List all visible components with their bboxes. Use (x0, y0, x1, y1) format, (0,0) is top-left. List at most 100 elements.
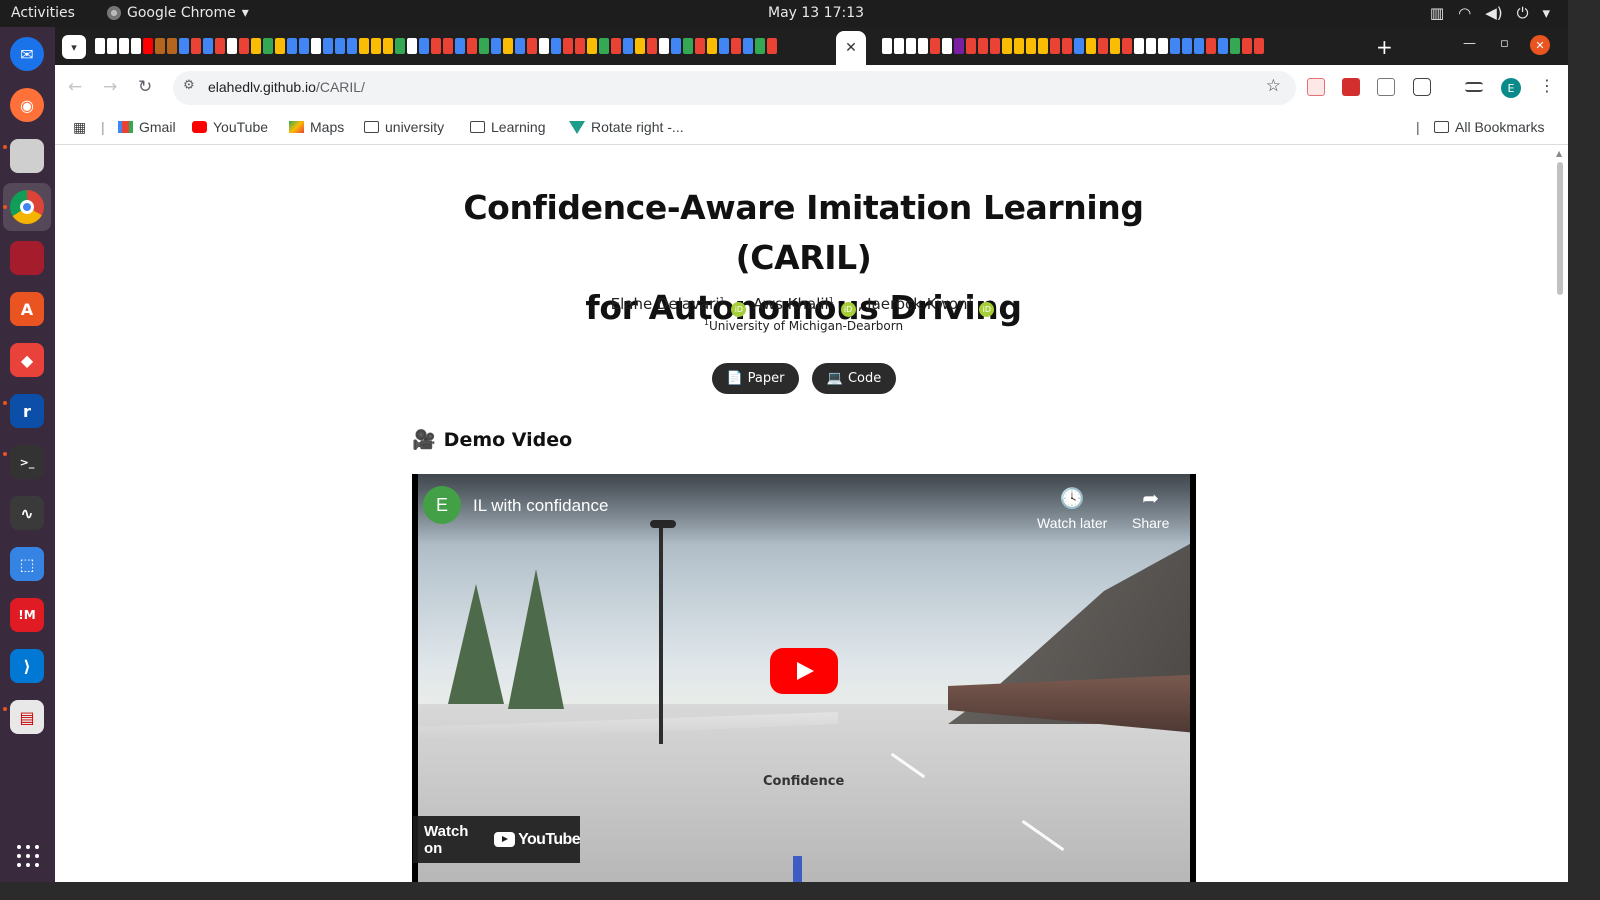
bookmarks-divider: | (1416, 119, 1420, 135)
site-info-icon[interactable]: ⚙ (183, 78, 195, 93)
minimize-button[interactable]: — (1463, 36, 1476, 51)
tab-strip: ▾ ✕ + — ▫ ✕ (55, 27, 1568, 65)
screenshot-icon[interactable]: ⬚ (10, 547, 44, 581)
profile-avatar[interactable]: E (1501, 78, 1521, 98)
share-button[interactable]: ➦ Share (1132, 486, 1169, 531)
bookmark-gmail[interactable]: Gmail (118, 119, 176, 135)
bookmarks-divider: | (101, 119, 105, 135)
maximize-button[interactable]: ▫ (1500, 36, 1509, 51)
page-scrollbar[interactable]: ▲ (1553, 145, 1568, 882)
demo-video-heading: 🎥 Demo Video (412, 428, 572, 452)
document-viewer-icon[interactable]: ▤ (10, 700, 44, 734)
bookmark-label: university (385, 119, 445, 135)
all-bookmarks-label: All Bookmarks (1455, 119, 1545, 135)
dock: ✉ ◉ A ◆ r >_ ∿ ⬚ !M ⟩ ▤ (0, 27, 55, 882)
forward-button[interactable]: → (103, 77, 117, 97)
extension-icon[interactable] (1307, 78, 1325, 96)
bookmark-youtube[interactable]: YouTube (192, 119, 268, 135)
chevron-down-icon[interactable]: ▾ (1542, 4, 1550, 22)
code-button[interactable]: 💻 Code (812, 363, 896, 394)
vscode-icon[interactable]: ⟩ (10, 649, 44, 683)
media-controls-icon[interactable] (1465, 82, 1483, 92)
remote-app-icon[interactable]: r (10, 394, 44, 428)
tree (448, 584, 504, 704)
volume-icon[interactable]: ◀) (1485, 4, 1502, 22)
wifi-icon[interactable]: ◠ (1458, 4, 1471, 22)
paper-button[interactable]: 📄 Paper (712, 363, 799, 394)
show-apps-icon[interactable] (17, 845, 39, 867)
orcid-icon[interactable]: iD (840, 302, 856, 317)
active-tab[interactable]: ✕ (836, 31, 866, 65)
folder-icon (1434, 121, 1449, 133)
video-title[interactable]: IL with confidance (473, 496, 608, 516)
apps-grid-icon[interactable]: ▦ (73, 119, 86, 136)
title-line-1: Confidence-Aware Imitation Learning (CAR… (463, 188, 1144, 277)
maps-icon (289, 121, 304, 133)
watch-later-button[interactable]: 🕓 Watch later (1037, 486, 1107, 531)
window-close-button[interactable]: ✕ (1530, 35, 1550, 55)
bookmark-label: YouTube (213, 119, 269, 135)
files-icon[interactable] (10, 139, 44, 173)
firefox-icon[interactable]: ◉ (10, 88, 44, 122)
youtube-icon (192, 121, 207, 133)
bookmark-rotate-right[interactable]: Rotate right -... (569, 119, 684, 135)
bookmark-folder-university[interactable]: university (364, 119, 444, 135)
chrome-icon[interactable] (10, 190, 44, 224)
bookmark-star-icon[interactable]: ☆ (1266, 76, 1281, 96)
back-button[interactable]: ← (68, 77, 82, 97)
orcid-icon[interactable]: iD (979, 302, 995, 317)
affiliation-marker: 1 (828, 296, 834, 305)
anydesk-icon[interactable]: ◆ (10, 343, 44, 377)
video-camera-icon: 🎥 (412, 429, 436, 451)
close-tab-icon[interactable]: ✕ (845, 40, 857, 56)
new-tab-button[interactable]: + (1376, 35, 1393, 59)
paper-button-label: Paper (747, 371, 785, 386)
scroll-up-arrow[interactable]: ▲ (1556, 149, 1562, 158)
bookmark-label: Rotate right -... (591, 119, 684, 135)
url-text[interactable]: elahedlv.github.io/CARIL/ (208, 79, 365, 95)
url-path: /CARIL/ (315, 79, 365, 95)
code-button-label: Code (847, 371, 882, 386)
software-center-icon[interactable]: A (10, 292, 44, 326)
terminal-icon[interactable]: >_ (10, 445, 44, 479)
tab-group-right[interactable] (882, 38, 1264, 54)
author-list: Elahe Delavari1 iD Aws Khalil1 iD, Jaero… (391, 295, 1216, 317)
author-name: Jaerock Kwon (867, 295, 968, 313)
activities-button[interactable]: Activities (11, 5, 75, 21)
browser-menu-icon[interactable]: ⋮ (1539, 76, 1555, 95)
tab-search-button[interactable]: ▾ (62, 35, 86, 59)
news-app-icon[interactable]: !M (10, 598, 44, 632)
clock-icon: 🕓 (1059, 488, 1085, 510)
system-tray[interactable]: ▥ ◠ ◀) ⏻ ▾ (1430, 4, 1550, 22)
clock[interactable]: May 13 17:13 (768, 5, 864, 21)
play-button[interactable] (770, 648, 838, 694)
address-bar[interactable]: ⚙ elahedlv.github.io/CARIL/ ☆ (173, 71, 1296, 105)
system-monitor-icon[interactable]: ∿ (10, 496, 44, 530)
orcid-icon[interactable]: iD (731, 302, 747, 317)
folder-icon (364, 121, 379, 133)
network-monitor-icon[interactable]: ▥ (1430, 4, 1444, 22)
reload-button[interactable]: ↻ (138, 77, 152, 97)
youtube-embed[interactable]: Confidence E IL with confidance 🕓 Watch l… (412, 474, 1196, 882)
terminal-red-icon[interactable] (10, 241, 44, 275)
app-menu[interactable]: Google Chrome ▾ (107, 5, 249, 21)
bookmark-maps[interactable]: Maps (289, 119, 344, 135)
bookmark-folder-learning[interactable]: Learning (470, 119, 546, 135)
watch-later-label: Watch later (1037, 515, 1108, 531)
power-icon[interactable]: ⏻ (1517, 4, 1529, 22)
extensions-puzzle-icon[interactable] (1413, 78, 1431, 96)
scrollbar-thumb[interactable] (1557, 162, 1563, 295)
bookmark-label: Learning (491, 119, 546, 135)
tab-group-left[interactable] (95, 38, 777, 54)
all-bookmarks[interactable]: All Bookmarks (1434, 119, 1544, 135)
channel-avatar[interactable]: E (423, 486, 461, 524)
watch-on-youtube-button[interactable]: Watch on YouTube (413, 816, 581, 863)
thunderbird-icon[interactable]: ✉ (10, 37, 44, 71)
tree (508, 569, 564, 709)
acrobat-extension-icon[interactable] (1342, 78, 1360, 96)
document-extension-icon[interactable] (1377, 78, 1395, 96)
affiliation-marker: 1 (719, 296, 725, 305)
affiliation-text: University of Michigan-Dearborn (709, 319, 904, 333)
confidence-bar (793, 856, 802, 882)
chrome-icon (107, 6, 121, 20)
